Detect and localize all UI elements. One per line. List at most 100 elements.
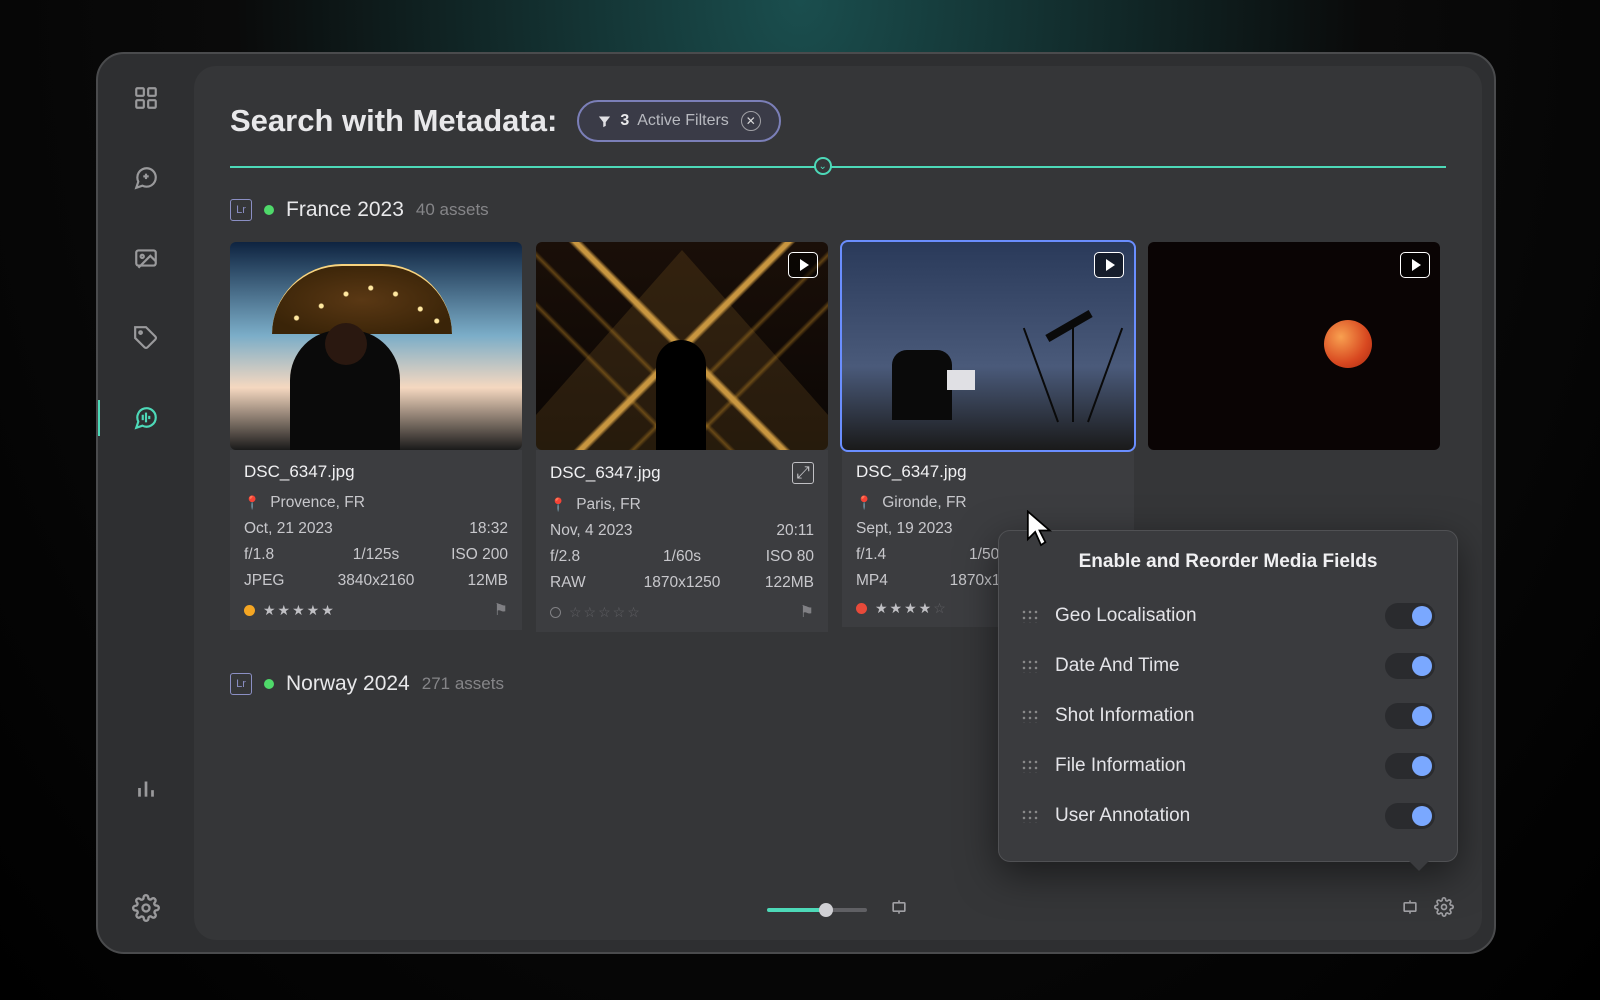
popup-row-user[interactable]: User Annotation	[1021, 791, 1435, 841]
asset-location: Gironde, FR	[882, 494, 966, 512]
asset-filename: DSC_6347.jpg	[244, 462, 355, 482]
asset-thumbnail[interactable]	[230, 242, 522, 450]
chat-plus-icon[interactable]	[130, 162, 162, 194]
asset-time: 20:11	[776, 522, 814, 540]
tag-icon[interactable]	[130, 322, 162, 354]
asset-format: RAW	[550, 574, 631, 592]
source-badge: Lr	[230, 199, 252, 221]
media-fields-popup: Enable and Reorder Media Fields Geo Loca…	[998, 530, 1458, 862]
asset-size: 122MB	[733, 574, 814, 592]
popup-row-label: File Information	[1055, 755, 1369, 777]
asset-count: 40 assets	[416, 200, 489, 220]
collection-name: Norway 2024	[286, 672, 410, 696]
zoom-slider[interactable]	[767, 908, 867, 912]
popup-row-shot[interactable]: Shot Information	[1021, 691, 1435, 741]
popup-row-label: Shot Information	[1055, 705, 1369, 727]
star-rating[interactable]: ★★★★★	[263, 602, 336, 619]
asset-aperture: f/2.8	[550, 548, 631, 566]
star-rating[interactable]: ☆☆☆☆☆	[569, 604, 642, 621]
collection-name: France 2023	[286, 198, 404, 222]
asset-iso: ISO 80	[733, 548, 814, 566]
main-content: Search with Metadata: 3 Active Filters ✕…	[194, 66, 1482, 940]
expand-icon[interactable]: ⤢	[792, 462, 814, 484]
drag-handle-icon[interactable]	[1021, 809, 1039, 823]
asset-filename: DSC_6347.jpg	[856, 462, 967, 482]
asset-thumbnail[interactable]	[842, 242, 1134, 450]
asset-aperture: f/1.4	[856, 546, 937, 564]
asset-location: Paris, FR	[576, 496, 641, 514]
play-icon[interactable]	[1094, 252, 1124, 278]
asset-shutter: 1/60s	[641, 548, 722, 566]
asset-card[interactable]: DSC_6347.jpg ⤢ 📍Paris, FR Nov, 4 2023 20…	[536, 242, 828, 632]
asset-shutter: 1/125s	[335, 546, 416, 564]
asset-date: Oct, 21 2023	[244, 520, 333, 538]
collection-header: Lr France 2023 40 assets	[230, 198, 1446, 222]
popup-row-geo[interactable]: Geo Localisation	[1021, 591, 1435, 641]
asset-format: MP4	[856, 572, 937, 590]
search-title: Search with Metadata:	[230, 103, 557, 139]
drag-handle-icon[interactable]	[1021, 759, 1039, 773]
popup-title: Enable and Reorder Media Fields	[1021, 551, 1435, 573]
popup-row-label: Date And Time	[1055, 655, 1369, 677]
source-badge: Lr	[230, 673, 252, 695]
asset-date: Nov, 4 2023	[550, 522, 632, 540]
zoom-slider-thumb[interactable]	[819, 903, 833, 917]
toggle-switch[interactable]	[1385, 653, 1435, 679]
app-window: Search with Metadata: 3 Active Filters ✕…	[96, 52, 1496, 954]
asset-thumbnail[interactable]	[1148, 242, 1440, 450]
asset-date: Sept, 19 2023	[856, 520, 953, 538]
color-tag-dot[interactable]	[856, 603, 867, 614]
toggle-switch[interactable]	[1385, 803, 1435, 829]
settings-icon[interactable]	[130, 892, 162, 924]
toggle-switch[interactable]	[1385, 753, 1435, 779]
zoom-control	[767, 897, 909, 922]
asset-time: 18:32	[469, 520, 508, 538]
asset-resolution: 1870x1250	[641, 574, 722, 592]
flag-icon[interactable]: ⚑	[494, 600, 508, 620]
color-tag-dot[interactable]	[550, 607, 561, 618]
asset-format: JPEG	[244, 572, 325, 590]
audio-chat-icon[interactable]	[130, 402, 162, 434]
active-filters-pill[interactable]: 3 Active Filters ✕	[577, 100, 780, 142]
asset-location: Provence, FR	[270, 494, 365, 512]
toggle-switch[interactable]	[1385, 703, 1435, 729]
drag-handle-icon[interactable]	[1021, 659, 1039, 673]
location-icon: 📍	[244, 495, 260, 511]
fit-screen-icon[interactable]	[889, 897, 909, 922]
search-header: Search with Metadata: 3 Active Filters ✕	[230, 100, 1446, 142]
flag-icon[interactable]: ⚑	[800, 602, 814, 622]
asset-resolution: 3840x2160	[335, 572, 416, 590]
popup-row-label: User Annotation	[1055, 805, 1369, 827]
popup-row-label: Geo Localisation	[1055, 605, 1369, 627]
filter-count: 3	[620, 112, 629, 130]
popup-row-date[interactable]: Date And Time	[1021, 641, 1435, 691]
star-rating[interactable]: ★★★★☆	[875, 600, 948, 617]
images-icon[interactable]	[130, 242, 162, 274]
asset-card[interactable]: DSC_6347.jpg 📍Provence, FR Oct, 21 2023 …	[230, 242, 522, 632]
asset-count: 271 assets	[422, 674, 504, 694]
asset-metadata: DSC_6347.jpg 📍Provence, FR Oct, 21 2023 …	[230, 450, 522, 630]
drag-handle-icon[interactable]	[1021, 709, 1039, 723]
stats-icon[interactable]	[130, 772, 162, 804]
timeline-handle[interactable]: ⌄	[814, 157, 832, 175]
grid-view-icon[interactable]	[130, 82, 162, 114]
sync-status-dot	[264, 205, 274, 215]
sync-status-dot	[264, 679, 274, 689]
drag-handle-icon[interactable]	[1021, 609, 1039, 623]
play-icon[interactable]	[788, 252, 818, 278]
asset-aperture: f/1.8	[244, 546, 325, 564]
clear-filters-icon[interactable]: ✕	[741, 111, 761, 131]
asset-iso: ISO 200	[427, 546, 508, 564]
filter-label: Active Filters	[637, 112, 729, 130]
location-icon: 📍	[550, 497, 566, 513]
view-options	[1400, 897, 1454, 922]
grid-settings-icon[interactable]	[1434, 897, 1454, 922]
popup-row-file[interactable]: File Information	[1021, 741, 1435, 791]
toggle-switch[interactable]	[1385, 603, 1435, 629]
color-tag-dot[interactable]	[244, 605, 255, 616]
asset-thumbnail[interactable]	[536, 242, 828, 450]
play-icon[interactable]	[1400, 252, 1430, 278]
timeline-scrubber[interactable]: ⌄	[230, 166, 1446, 168]
display-mode-icon[interactable]	[1400, 897, 1420, 922]
location-icon: 📍	[856, 495, 872, 511]
